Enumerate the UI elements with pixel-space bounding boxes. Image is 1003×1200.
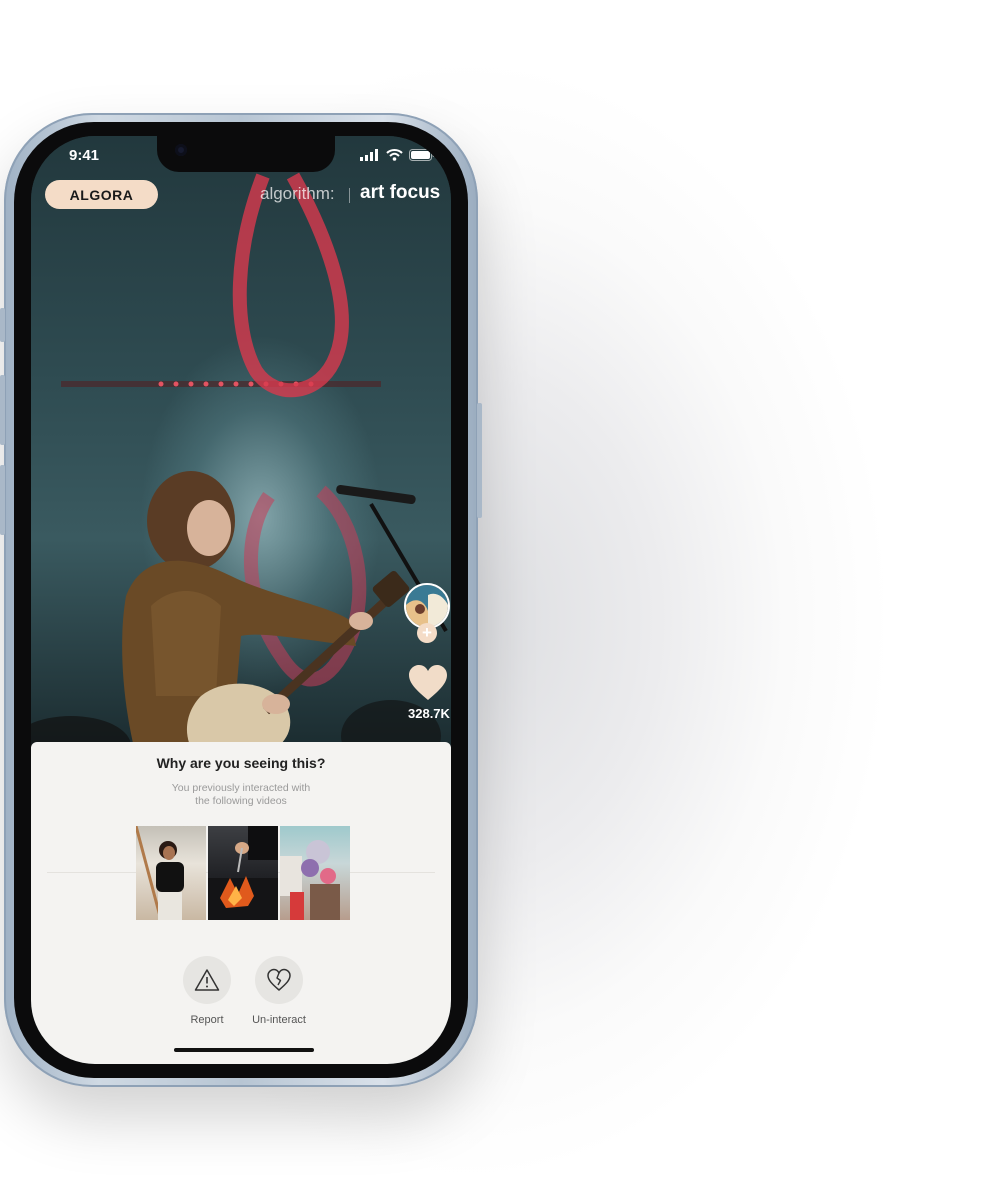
volume-up-button [0,375,5,445]
report-action[interactable]: Report [183,956,231,1026]
volume-down-button [0,465,5,535]
report-label: Report [190,1014,224,1026]
heart-icon [409,665,447,700]
battery-icon [409,149,435,161]
algorithm-label: algorithm: [260,184,335,203]
video-thumbnail-1[interactable] [136,826,206,920]
phone-screen: 9:41 ALGORA algorithm: art focus + 328.7… [31,136,451,1064]
interacted-videos [136,826,350,920]
phone-mockup: 9:41 ALGORA algorithm: art focus + 328.7… [0,113,482,1087]
sheet-title: Why are you seeing this? [156,755,326,771]
sheet-subtitle: You previously interacted with the follo… [141,782,341,808]
uninteract-label: Un-interact [252,1014,306,1026]
uninteract-action[interactable]: Un-interact [252,956,306,1026]
front-camera [175,144,187,156]
sheet-subtitle-line1: You previously interacted with [171,782,311,794]
status-icons [360,149,435,161]
sheet-actions: Report Un-interact [183,956,306,1026]
uninteract-button[interactable] [255,956,303,1004]
follow-button[interactable]: + [417,623,437,643]
signal-icon [360,149,378,161]
avatar-image [406,585,448,627]
why-seeing-sheet: Why are you seeing this? You previously … [31,742,451,1064]
thumbnail-art-installation-image [280,840,340,920]
concert-scene-illustration [31,172,448,776]
report-button[interactable] [183,956,231,1004]
algorithm-divider [349,188,350,203]
status-time: 9:41 [69,147,100,164]
video-thumbnail-3[interactable] [280,826,350,920]
video-thumbnail-2[interactable] [208,826,278,920]
like-count: 328.7K [408,706,450,721]
silent-switch [0,308,5,342]
broken-heart-icon [267,968,291,991]
notch [157,136,335,172]
algorithm-selector[interactable]: art focus [360,182,440,204]
like-button[interactable] [408,664,448,707]
warning-icon [194,969,220,991]
power-button [477,403,482,518]
home-indicator[interactable] [174,1048,314,1052]
app-logo[interactable]: ALGORA [45,180,158,209]
wifi-icon [386,149,403,161]
video-player[interactable] [31,136,451,776]
thumbnail-person-image [136,826,184,920]
thumbnail-grill-image [208,826,278,920]
phone-bezel: 9:41 ALGORA algorithm: art focus + 328.7… [14,122,468,1078]
sheet-subtitle-line2: the following videos [195,795,287,807]
